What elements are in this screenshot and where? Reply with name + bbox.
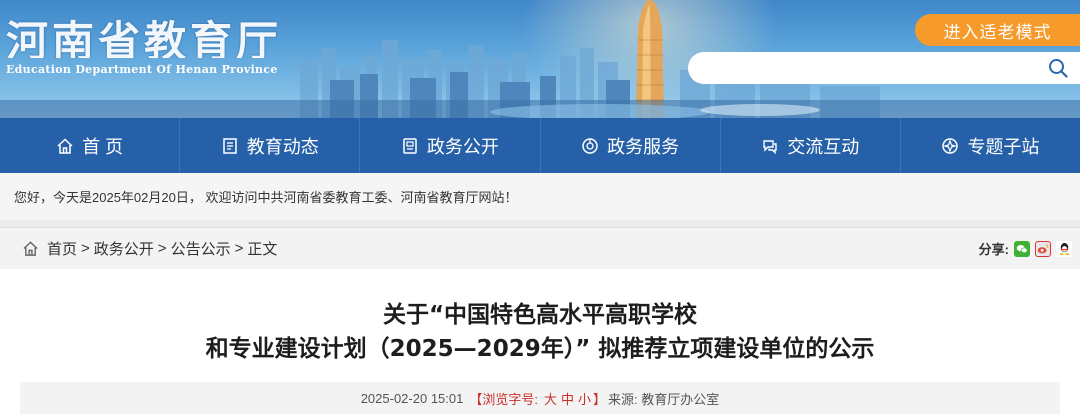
qq-icon[interactable] [1056, 240, 1072, 257]
weibo-icon[interactable] [1035, 240, 1051, 257]
nav-item-education-news[interactable]: 教育动态 [180, 118, 361, 173]
breadcrumb-current: 正文 [247, 241, 278, 258]
breadcrumb-announcements[interactable]: 公告公示 [171, 238, 231, 259]
wechat-icon[interactable] [1014, 240, 1030, 257]
search-icon[interactable] [1048, 58, 1068, 78]
article-panel: 关于“中国特色高水平高职学校 和专业建设计划（2025—2029年）” 拟推荐立… [0, 269, 1080, 420]
nav-item-label: 政务服务 [607, 136, 680, 157]
topic-icon [942, 137, 959, 154]
publish-date: 2025-02-20 15:01 [360, 390, 464, 406]
article-source: 来源: 教育厅办公室 [608, 391, 720, 407]
breadcrumb-separator: > [234, 240, 244, 257]
font-size-label: 【浏览字号: [469, 391, 538, 407]
nav-item-topic-sites[interactable]: 专题子站 [901, 118, 1080, 173]
home-icon[interactable] [22, 240, 39, 257]
font-size-large-button[interactable]: 大 [544, 389, 557, 408]
search-input[interactable] [704, 58, 1034, 78]
nav-item-label: 交流互动 [787, 136, 860, 157]
breadcrumb-government-affairs[interactable]: 政务公开 [94, 238, 154, 259]
share-label: 分享: [978, 242, 1009, 257]
breadcrumb-home[interactable]: 首页 [47, 238, 77, 259]
site-logo-english: Education Department Of Henan Province [6, 63, 278, 76]
share-bar: 分享: [979, 239, 1072, 258]
breadcrumb: 首页 > 政务公开 > 公告公示 > 正文 分享: [0, 227, 1080, 269]
font-size-medium-button[interactable]: 中 [561, 389, 574, 408]
article-title-line-2: 和专业建设计划（2025—2029年）” 拟推荐立项建设单位的公示 [205, 336, 875, 362]
search-box [688, 52, 1080, 84]
welcome-text: 您好，今天是2025年02月20日， 欢迎访问中共河南省委教育工委、河南省教育厅… [14, 190, 518, 205]
nav-item-label: 教育动态 [246, 136, 319, 157]
article-title-line-1: 关于“中国特色高水平高职学校 [382, 302, 698, 328]
nav-item-label: 首 页 [82, 136, 124, 157]
nav-item-government-services[interactable]: 政务服务 [541, 118, 721, 173]
home-icon [57, 137, 73, 154]
article-title: 关于“中国特色高水平高职学校 和专业建设计划（2025—2029年）” 拟推荐立… [0, 298, 1080, 366]
nav-item-label: 政务公开 [426, 136, 499, 157]
font-size-label-close: 】 [593, 391, 607, 407]
site-logo-chinese[interactable]: 河南省教育厅 [6, 8, 282, 58]
welcome-bar: 您好，今天是2025年02月20日， 欢迎访问中共河南省委教育工委、河南省教育厅… [0, 173, 1080, 220]
breadcrumb-separator: > [81, 240, 90, 257]
breadcrumb-separator: > [157, 240, 167, 257]
interaction-icon [763, 139, 777, 154]
article-meta-bar: 2025-02-20 15:01 【浏览字号: 大 中 小 】 来源: 教育厅办… [20, 382, 1060, 414]
site-banner: 河南省教育厅 Education Department Of Henan Pro… [0, 0, 1080, 118]
font-size-small-button[interactable]: 小 [578, 389, 591, 408]
elder-mode-button[interactable]: 进入适老模式 [915, 14, 1080, 46]
document-icon [403, 137, 417, 154]
nav-item-government-affairs[interactable]: 政务公开 [360, 118, 541, 173]
nav-item-label: 专题子站 [967, 136, 1040, 157]
service-icon [582, 137, 598, 154]
nav-item-interaction[interactable]: 交流互动 [721, 118, 901, 173]
nav-item-home[interactable]: 首 页 [0, 118, 181, 173]
main-nav: 首 页 教育动态 政务公开 政务服务 交流互动 专题子站 [0, 118, 1080, 173]
news-icon [223, 137, 237, 154]
